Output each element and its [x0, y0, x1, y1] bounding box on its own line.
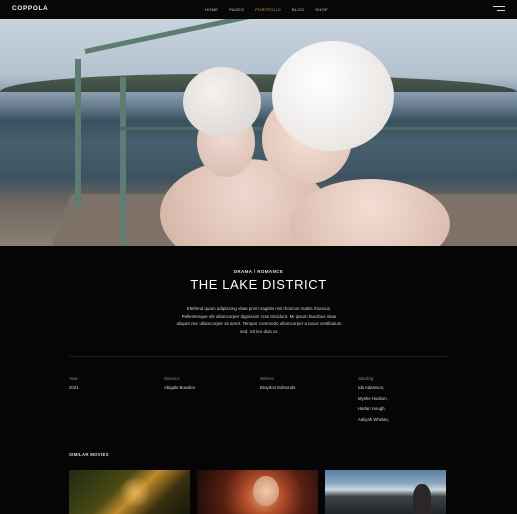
- similar-movie-thumb[interactable]: [69, 470, 190, 514]
- nav-home[interactable]: HOME: [205, 7, 218, 12]
- director-value: Abigale Bowden: [164, 385, 196, 390]
- year-value: 2021: [69, 385, 79, 390]
- director-label: Director:: [164, 376, 181, 381]
- star-name: Aaliyah Whelan,: [358, 416, 390, 422]
- star-name: Harlan Hough,: [358, 406, 386, 411]
- writers-label: Writers:: [260, 376, 275, 381]
- nav-pages[interactable]: PAGES: [229, 7, 244, 12]
- similar-movies-heading: SIMILAR MOVIES: [69, 452, 109, 457]
- hamburger-menu-icon[interactable]: [493, 6, 505, 13]
- similar-movie-thumb[interactable]: [325, 470, 446, 514]
- year-label: Year:: [69, 376, 79, 381]
- credit-year: Year: 2021: [69, 374, 79, 394]
- similar-movie-thumb[interactable]: [197, 470, 318, 514]
- credit-starring: Starring: Ida Adamson, Myshe Hodson, Har…: [358, 374, 389, 425]
- credit-director: Director: Abigale Bowden: [164, 374, 195, 394]
- divider: [69, 356, 447, 357]
- star-name: Myshe Hodson,: [358, 395, 388, 401]
- movie-genre[interactable]: DRAMA / ROMANCE: [0, 269, 517, 274]
- movie-title: THE LAKE DISTRICT: [190, 277, 327, 292]
- logo[interactable]: COPPOLA: [12, 5, 48, 12]
- main-nav: HOME PAGES PORTFOLIO BLOG SHOP: [205, 7, 339, 12]
- site-header: COPPOLA HOME PAGES PORTFOLIO BLOG SHOP: [0, 0, 517, 19]
- star-name: Ida Adamson,: [358, 385, 385, 390]
- movie-description: Eleifend quam adipiscing vitae proin sag…: [176, 306, 342, 335]
- nav-blog[interactable]: BLOG: [292, 7, 304, 12]
- credit-writers: Writers: Braydon Edmonds: [260, 374, 295, 394]
- nav-portfolio[interactable]: PORTFOLIO: [255, 7, 281, 12]
- nav-shop[interactable]: SHOP: [315, 7, 328, 12]
- hero-image: [0, 19, 517, 246]
- starring-label: Starring:: [358, 376, 375, 381]
- writers-value: Braydon Edmonds: [260, 385, 296, 390]
